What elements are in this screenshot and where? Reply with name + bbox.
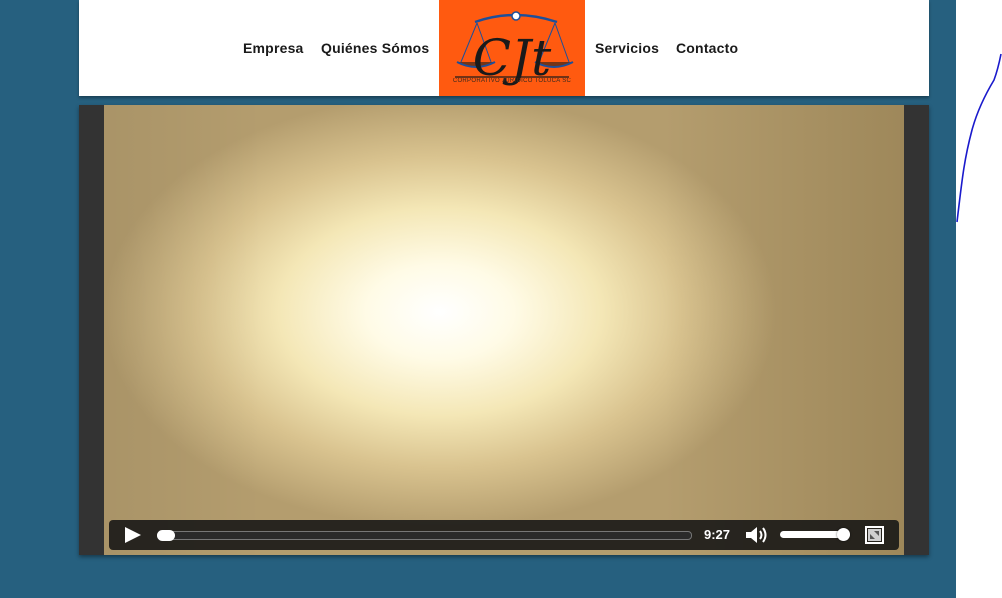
- progress-handle[interactable]: [157, 530, 175, 541]
- logo-subtitle: CORPORATIVO JURÍDICO TOLUCA SC: [452, 78, 572, 84]
- site-logo[interactable]: CJt CORPORATIVO JURÍDICO TOLUCA SC: [439, 0, 585, 96]
- volume-slider[interactable]: [780, 528, 850, 541]
- video-controls: 9:27: [109, 520, 899, 550]
- site-header: Empresa Quiénes Sómos CJt CORPORATIVO JU…: [79, 0, 929, 96]
- nav-link-empresa[interactable]: Empresa: [243, 40, 304, 56]
- volume-icon[interactable]: [745, 525, 771, 545]
- nav-link-quienes-somos[interactable]: Quiénes Sómos: [321, 40, 429, 56]
- volume-handle[interactable]: [837, 528, 850, 541]
- nav-link-servicios[interactable]: Servicios: [595, 40, 659, 56]
- fullscreen-icon[interactable]: [865, 526, 884, 544]
- annotation-stroke: [956, 53, 1002, 223]
- play-icon[interactable]: [123, 526, 143, 544]
- nav-link-contacto[interactable]: Contacto: [676, 40, 738, 56]
- video-duration: 9:27: [704, 527, 731, 542]
- progress-bar[interactable]: [157, 530, 692, 541]
- video-frame[interactable]: [104, 105, 904, 555]
- video-player: 9:27: [79, 105, 929, 555]
